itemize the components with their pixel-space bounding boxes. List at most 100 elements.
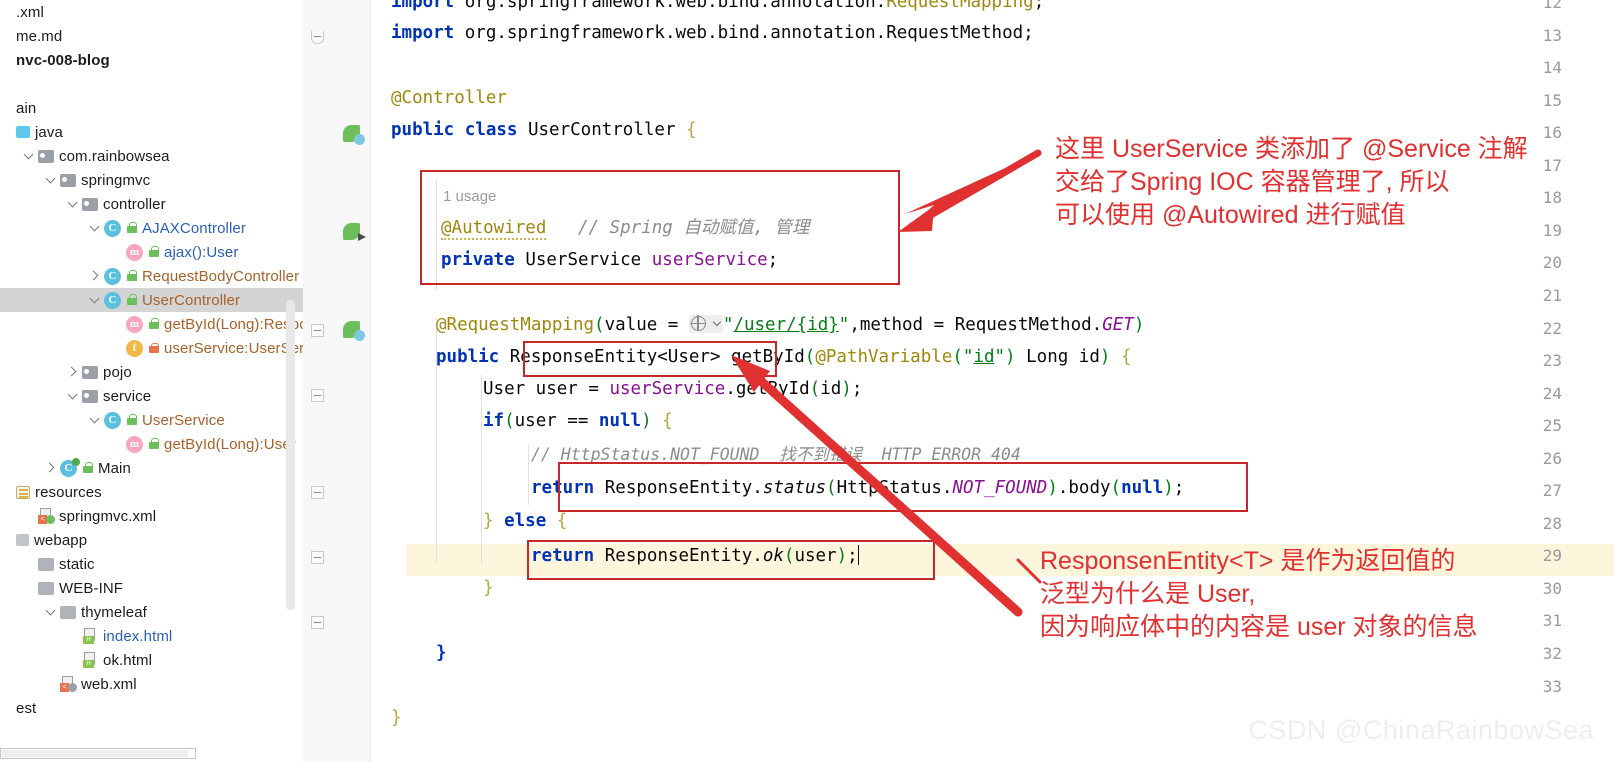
code-line-33[interactable]: } xyxy=(391,708,402,728)
tree-item-resources[interactable]: resources xyxy=(0,480,303,504)
annotation-note-top-line-1: 这里 UserService 类添加了 @Service 注解 xyxy=(1055,135,1528,163)
line-number-25: 25 xyxy=(1542,416,1562,436)
chevron-down-icon[interactable] xyxy=(88,221,102,235)
field-icon: f xyxy=(126,339,143,357)
chevron-down-icon[interactable] xyxy=(44,173,58,187)
spring-bean-icon[interactable] xyxy=(343,125,365,146)
tree-item-nvc-008-blog[interactable]: nvc-008-blog xyxy=(0,48,303,72)
folder-icon xyxy=(82,365,98,379)
tree-item-service[interactable]: service xyxy=(0,384,303,408)
chevron-down-icon[interactable] xyxy=(88,293,102,307)
sidebar-horizontal-scrollbar[interactable] xyxy=(0,748,196,759)
tree-item-springmvc[interactable]: springmvc xyxy=(0,168,303,192)
code-line-24[interactable]: if(user == null) { xyxy=(483,411,673,431)
tree-item-main[interactable]: C Main xyxy=(0,456,303,480)
chevron-right-icon[interactable] xyxy=(44,461,58,475)
sidebar-horizontal-scrollbar-thumb[interactable] xyxy=(2,750,188,757)
indent-guide xyxy=(481,375,482,565)
chevron-down-icon[interactable] xyxy=(66,389,80,403)
tree-item-me-md[interactable]: me.md xyxy=(0,24,303,48)
fold-toggle-line-29[interactable] xyxy=(311,551,325,565)
code-line-29[interactable]: } xyxy=(483,578,494,598)
editor-gutter[interactable] xyxy=(303,0,370,762)
fold-toggle-line-24[interactable] xyxy=(311,388,325,403)
fold-toggle-line-22[interactable] xyxy=(311,323,325,338)
tree-item-ajaxcontroller[interactable]: C AJAXController xyxy=(0,216,303,240)
tree-item-usercontroller[interactable]: C UserController xyxy=(0,288,303,312)
tree-item-label: resources xyxy=(35,483,102,501)
tree-item-getbyid-long-respons[interactable]: m getById(Long):Respons xyxy=(0,312,303,336)
line-number-22: 22 xyxy=(1542,318,1562,338)
fold-toggle-line-27[interactable] xyxy=(311,486,325,500)
tree-item-blank[interactable] xyxy=(0,72,303,96)
line-number-27: 27 xyxy=(1542,481,1562,501)
tree-item-label: ajax():User xyxy=(164,243,239,261)
tree-item-label: index.html xyxy=(103,627,173,645)
tree-item-web-xml[interactable]: < web.xml xyxy=(0,672,303,696)
tree-item-webapp[interactable]: webapp xyxy=(0,528,303,552)
line-number-29: 29 xyxy=(1542,546,1562,566)
line-number-28: 28 xyxy=(1542,513,1562,533)
code-line-13[interactable]: import org.springframework.web.bind.anno… xyxy=(391,23,1034,43)
tree-item-springmvc-xml[interactable]: < springmvc.xml xyxy=(0,504,303,528)
chevron-down-icon[interactable] xyxy=(44,605,58,619)
code-line-16[interactable]: public class UserController { xyxy=(391,120,697,140)
chevron-right-icon[interactable] xyxy=(88,269,102,283)
fold-toggle-line-13[interactable] xyxy=(311,30,325,45)
tree-item-ajax-user[interactable]: m ajax():User xyxy=(0,240,303,264)
folder-icon xyxy=(60,173,76,187)
line-number-31: 31 xyxy=(1542,611,1562,631)
line-number-14: 14 xyxy=(1542,58,1562,78)
tree-item-static[interactable]: static xyxy=(0,552,303,576)
code-folding-column[interactable] xyxy=(371,0,406,762)
fold-toggle-line-31[interactable] xyxy=(311,616,325,630)
code-editor[interactable]: 12 13 14 15 16 17 18 19 20 21 22 23 24 25 26 27 28 29 30 31… xyxy=(303,0,1614,762)
globe-icon[interactable] xyxy=(688,315,723,333)
tree-item-userservice[interactable]: C UserService xyxy=(0,408,303,432)
project-tree-panel[interactable]: .xml me.md nvc-008-blog ain java com.rainbows… xyxy=(0,0,303,762)
code-line-31[interactable]: } xyxy=(436,643,447,663)
tree-item-pojo[interactable]: pojo xyxy=(0,360,303,384)
spring-autowired-icon[interactable] xyxy=(343,222,366,241)
chevron-down-icon[interactable] xyxy=(66,197,80,211)
code-line-12[interactable]: import org.springframework.web.bind.anno… xyxy=(391,0,1044,12)
code-line-21[interactable]: @RequestMapping(value = "/user/{id}",met… xyxy=(436,315,1144,335)
tree-item-java[interactable]: java xyxy=(0,120,303,144)
tree-item-thymeleaf[interactable]: thymeleaf xyxy=(0,600,303,624)
tree-item-getbyid-long-user[interactable]: m getById(Long):User xyxy=(0,432,303,456)
tree-item-index-html[interactable]: Hindex.html xyxy=(0,624,303,648)
tree-item-est[interactable]: est xyxy=(0,696,303,720)
project-tree-list[interactable]: .xml me.md nvc-008-blog ain java com.rainbows… xyxy=(0,0,303,720)
method-icon: m xyxy=(126,435,143,453)
tree-item-userservice-userservic[interactable]: f userService:UserServic xyxy=(0,336,303,360)
spring-url-mapping-icon[interactable] xyxy=(343,320,365,341)
tree-item-ok-html[interactable]: Hok.html xyxy=(0,648,303,672)
sidebar-vertical-scrollbar[interactable] xyxy=(286,300,295,610)
tree-item--xml[interactable]: .xml xyxy=(0,0,303,24)
tree-item-web-inf[interactable]: WEB-INF xyxy=(0,576,303,600)
folder-icon xyxy=(38,557,54,571)
chevron-down-icon[interactable] xyxy=(22,149,36,163)
tree-item-com-rainbowsea[interactable]: com.rainbowsea xyxy=(0,144,303,168)
tree-item-ain[interactable]: ain xyxy=(0,96,303,120)
line-number-12: 12 xyxy=(1542,0,1562,12)
tree-item-label: Main xyxy=(98,459,131,477)
line-number-13: 13 xyxy=(1542,25,1562,45)
line-number-23: 23 xyxy=(1542,351,1562,371)
tree-item-label: UserController xyxy=(142,291,241,309)
public-lock-icon xyxy=(126,414,138,426)
code-line-15[interactable]: @Controller xyxy=(391,88,507,108)
code-line-27[interactable]: } else { xyxy=(483,511,567,531)
line-number-18: 18 xyxy=(1542,188,1562,208)
tree-item-controller[interactable]: controller xyxy=(0,192,303,216)
chevron-down-icon[interactable] xyxy=(88,413,102,427)
tree-item-requestbodycontroller[interactable]: C RequestBodyController xyxy=(0,264,303,288)
chevron-right-icon[interactable] xyxy=(66,365,80,379)
tree-item-label: nvc-008-blog xyxy=(16,51,110,69)
code-line-23[interactable]: User user = userService.getById(id); xyxy=(483,379,862,399)
